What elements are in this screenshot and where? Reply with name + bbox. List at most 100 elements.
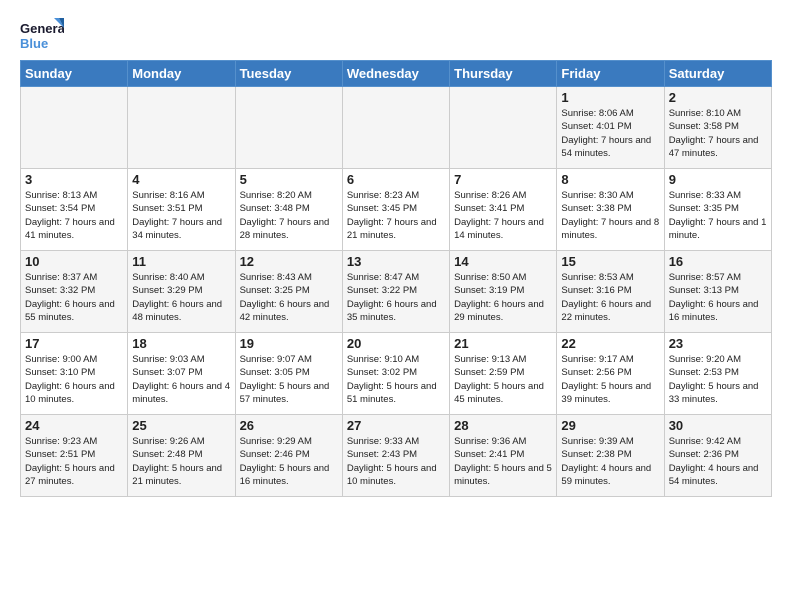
day-number: 8 [561, 172, 659, 187]
day-cell: 6 Sunrise: 8:23 AM Sunset: 3:45 PM Daylig… [342, 169, 449, 251]
day-cell: 1 Sunrise: 8:06 AM Sunset: 4:01 PM Daylig… [557, 87, 664, 169]
day-number: 10 [25, 254, 123, 269]
day-cell: 20 Sunrise: 9:10 AM Sunset: 3:02 PM Dayli… [342, 333, 449, 415]
day-header-monday: Monday [128, 61, 235, 87]
day-cell: 19 Sunrise: 9:07 AM Sunset: 3:05 PM Dayli… [235, 333, 342, 415]
week-row-5: 24Sunrise: 9:23 AM Sunset: 2:51 PM Dayli… [21, 415, 772, 497]
day-info: Sunrise: 9:39 AM Sunset: 2:38 PM Dayligh… [561, 435, 659, 488]
day-number: 6 [347, 172, 445, 187]
day-info: Sunrise: 9:42 AM Sunset: 2:36 PM Dayligh… [669, 435, 767, 488]
day-number: 21 [454, 336, 552, 351]
day-number: 23 [669, 336, 767, 351]
day-cell: 28 Sunrise: 9:36 AM Sunset: 2:41 PM Dayli… [450, 415, 557, 497]
day-header-saturday: Saturday [664, 61, 771, 87]
day-cell: 16 Sunrise: 8:57 AM Sunset: 3:13 PM Dayli… [664, 251, 771, 333]
day-info: Sunrise: 8:16 AM Sunset: 3:51 PM Dayligh… [132, 189, 230, 242]
day-cell: 14 Sunrise: 8:50 AM Sunset: 3:19 PM Dayli… [450, 251, 557, 333]
day-number: 16 [669, 254, 767, 269]
day-info: Sunrise: 9:00 AM Sunset: 3:10 PM Dayligh… [25, 353, 123, 406]
day-header-thursday: Thursday [450, 61, 557, 87]
day-number: 3 [25, 172, 123, 187]
week-row-1: 1 Sunrise: 8:06 AM Sunset: 4:01 PM Daylig… [21, 87, 772, 169]
day-number: 4 [132, 172, 230, 187]
day-number: 29 [561, 418, 659, 433]
logo: General Blue [20, 16, 64, 54]
day-cell: 29 Sunrise: 9:39 AM Sunset: 2:38 PM Dayli… [557, 415, 664, 497]
day-number: 11 [132, 254, 230, 269]
day-info: Sunrise: 8:30 AM Sunset: 3:38 PM Dayligh… [561, 189, 659, 242]
day-number: 1 [561, 90, 659, 105]
day-cell [21, 87, 128, 169]
day-cell [128, 87, 235, 169]
day-header-tuesday: Tuesday [235, 61, 342, 87]
day-number: 12 [240, 254, 338, 269]
day-cell [342, 87, 449, 169]
day-number: 13 [347, 254, 445, 269]
day-cell: 22 Sunrise: 9:17 AM Sunset: 2:56 PM Dayli… [557, 333, 664, 415]
day-cell: 15 Sunrise: 8:53 AM Sunset: 3:16 PM Dayli… [557, 251, 664, 333]
day-number: 24 [25, 418, 123, 433]
day-info: Sunrise: 9:13 AM Sunset: 2:59 PM Dayligh… [454, 353, 552, 406]
day-info: Sunrise: 9:03 AM Sunset: 3:07 PM Dayligh… [132, 353, 230, 406]
day-cell: 11 Sunrise: 8:40 AM Sunset: 3:29 PM Dayli… [128, 251, 235, 333]
day-number: 28 [454, 418, 552, 433]
day-number: 26 [240, 418, 338, 433]
day-cell: 3 Sunrise: 8:13 AM Sunset: 3:54 PM Daylig… [21, 169, 128, 251]
day-info: Sunrise: 8:33 AM Sunset: 3:35 PM Dayligh… [669, 189, 767, 242]
day-number: 7 [454, 172, 552, 187]
day-number: 19 [240, 336, 338, 351]
day-cell: 2Sunrise: 8:10 AM Sunset: 3:58 PM Daylig… [664, 87, 771, 169]
day-cell: 12 Sunrise: 8:43 AM Sunset: 3:25 PM Dayli… [235, 251, 342, 333]
day-info: Sunrise: 8:50 AM Sunset: 3:19 PM Dayligh… [454, 271, 552, 324]
day-number: 27 [347, 418, 445, 433]
day-info: Sunrise: 8:26 AM Sunset: 3:41 PM Dayligh… [454, 189, 552, 242]
day-cell: 25 Sunrise: 9:26 AM Sunset: 2:48 PM Dayli… [128, 415, 235, 497]
day-number: 14 [454, 254, 552, 269]
day-info: Sunrise: 8:23 AM Sunset: 3:45 PM Dayligh… [347, 189, 445, 242]
logo-svg: General Blue [20, 16, 64, 54]
day-number: 2 [669, 90, 767, 105]
week-row-3: 10Sunrise: 8:37 AM Sunset: 3:32 PM Dayli… [21, 251, 772, 333]
day-number: 25 [132, 418, 230, 433]
day-cell: 18 Sunrise: 9:03 AM Sunset: 3:07 PM Dayli… [128, 333, 235, 415]
header: General Blue [20, 16, 772, 54]
day-info: Sunrise: 8:40 AM Sunset: 3:29 PM Dayligh… [132, 271, 230, 324]
svg-text:Blue: Blue [20, 36, 48, 51]
day-info: Sunrise: 8:43 AM Sunset: 3:25 PM Dayligh… [240, 271, 338, 324]
day-info: Sunrise: 9:07 AM Sunset: 3:05 PM Dayligh… [240, 353, 338, 406]
day-number: 9 [669, 172, 767, 187]
day-number: 22 [561, 336, 659, 351]
day-info: Sunrise: 9:33 AM Sunset: 2:43 PM Dayligh… [347, 435, 445, 488]
day-cell: 4 Sunrise: 8:16 AM Sunset: 3:51 PM Daylig… [128, 169, 235, 251]
day-info: Sunrise: 8:06 AM Sunset: 4:01 PM Dayligh… [561, 107, 659, 160]
day-cell: 5Sunrise: 8:20 AM Sunset: 3:48 PM Daylig… [235, 169, 342, 251]
day-cell: 23 Sunrise: 9:20 AM Sunset: 2:53 PM Dayli… [664, 333, 771, 415]
day-cell: 24Sunrise: 9:23 AM Sunset: 2:51 PM Dayli… [21, 415, 128, 497]
day-info: Sunrise: 9:20 AM Sunset: 2:53 PM Dayligh… [669, 353, 767, 406]
day-number: 18 [132, 336, 230, 351]
day-info: Sunrise: 8:57 AM Sunset: 3:13 PM Dayligh… [669, 271, 767, 324]
calendar-table: SundayMondayTuesdayWednesdayThursdayFrid… [20, 60, 772, 497]
day-cell: 8 Sunrise: 8:30 AM Sunset: 3:38 PM Daylig… [557, 169, 664, 251]
day-info: Sunrise: 9:36 AM Sunset: 2:41 PM Dayligh… [454, 435, 552, 488]
day-info: Sunrise: 8:13 AM Sunset: 3:54 PM Dayligh… [25, 189, 123, 242]
day-info: Sunrise: 9:29 AM Sunset: 2:46 PM Dayligh… [240, 435, 338, 488]
day-number: 15 [561, 254, 659, 269]
day-header-friday: Friday [557, 61, 664, 87]
day-cell: 21 Sunrise: 9:13 AM Sunset: 2:59 PM Dayli… [450, 333, 557, 415]
day-number: 17 [25, 336, 123, 351]
day-cell: 10Sunrise: 8:37 AM Sunset: 3:32 PM Dayli… [21, 251, 128, 333]
day-info: Sunrise: 9:10 AM Sunset: 3:02 PM Dayligh… [347, 353, 445, 406]
day-number: 20 [347, 336, 445, 351]
svg-text:General: General [20, 21, 64, 36]
day-info: Sunrise: 9:17 AM Sunset: 2:56 PM Dayligh… [561, 353, 659, 406]
day-number: 30 [669, 418, 767, 433]
day-cell: 7 Sunrise: 8:26 AM Sunset: 3:41 PM Daylig… [450, 169, 557, 251]
day-cell: 17 Sunrise: 9:00 AM Sunset: 3:10 PM Dayli… [21, 333, 128, 415]
day-info: Sunrise: 9:26 AM Sunset: 2:48 PM Dayligh… [132, 435, 230, 488]
week-row-4: 17 Sunrise: 9:00 AM Sunset: 3:10 PM Dayli… [21, 333, 772, 415]
day-info: Sunrise: 8:47 AM Sunset: 3:22 PM Dayligh… [347, 271, 445, 324]
day-info: Sunrise: 8:20 AM Sunset: 3:48 PM Dayligh… [240, 189, 338, 242]
day-info: Sunrise: 8:53 AM Sunset: 3:16 PM Dayligh… [561, 271, 659, 324]
day-header-sunday: Sunday [21, 61, 128, 87]
